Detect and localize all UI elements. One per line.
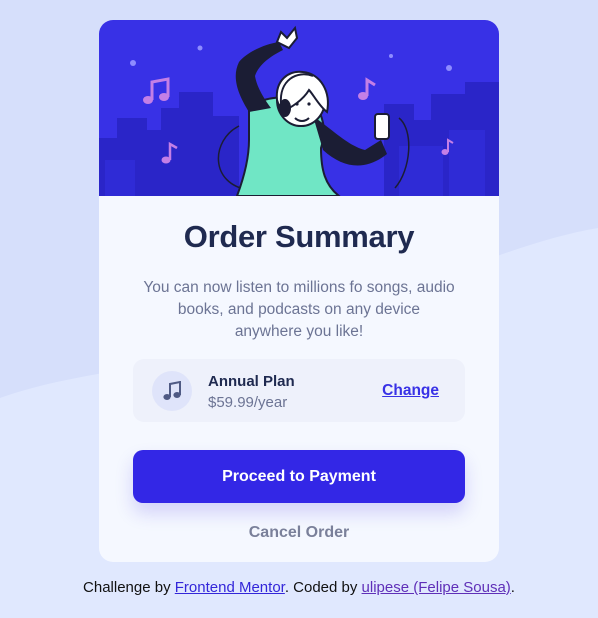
cancel-order-button[interactable]: Cancel Order xyxy=(99,524,499,542)
music-note-icon xyxy=(152,371,192,411)
attribution-prefix: Challenge by xyxy=(83,579,175,596)
summary-description: You can now listen to millions fo songs,… xyxy=(143,279,455,340)
frontend-mentor-link[interactable]: Frontend Mentor xyxy=(175,579,285,596)
plan-price: $59.99/year xyxy=(208,394,288,411)
plan-name: Annual Plan xyxy=(208,373,295,390)
change-plan-link[interactable]: Change xyxy=(382,382,439,400)
hero-illustration xyxy=(99,20,499,196)
author-link[interactable]: ulipese (Felipe Sousa) xyxy=(362,579,511,596)
attribution-footer: Challenge by Frontend Mentor. Coded by u… xyxy=(0,579,598,596)
attribution-suffix: . xyxy=(510,579,515,596)
attribution-middle: . Coded by xyxy=(284,579,362,596)
page-title: Order Summary xyxy=(183,219,415,254)
order-summary-card: Order Summary You can now listen to mill… xyxy=(99,20,499,562)
plan-summary: Annual Plan $59.99/year Change xyxy=(133,359,465,422)
proceed-to-payment-button[interactable]: Proceed to Payment xyxy=(133,450,465,503)
